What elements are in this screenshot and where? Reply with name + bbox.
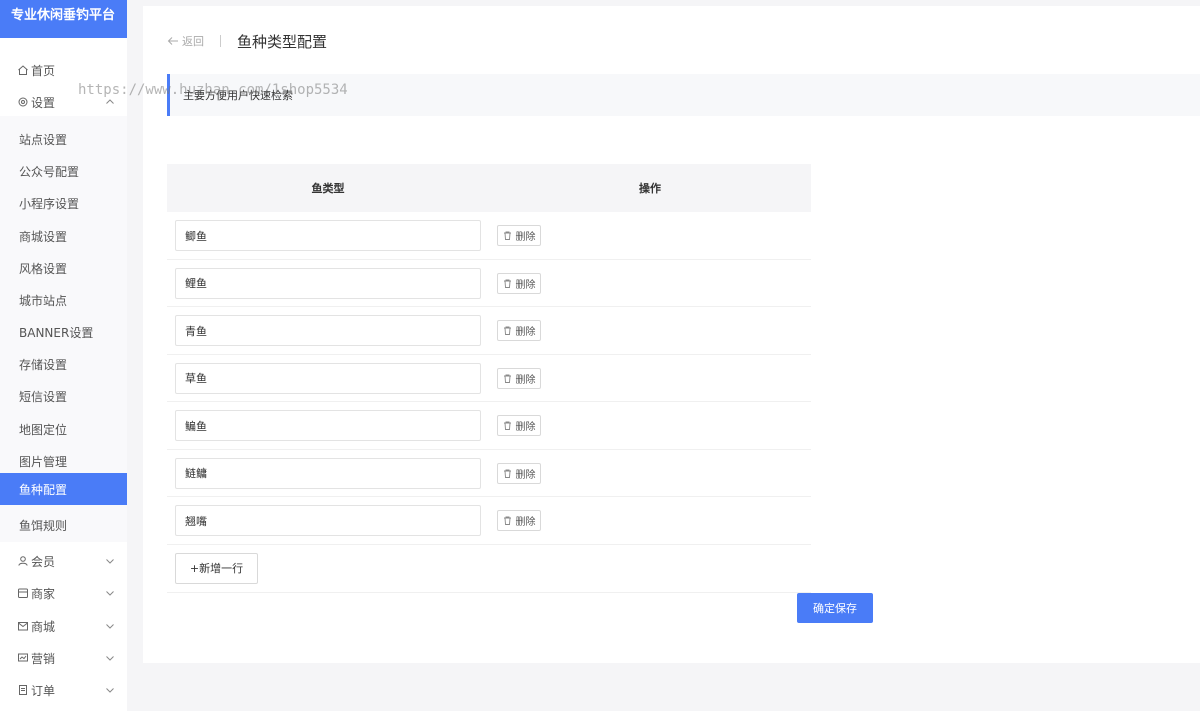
nav-home-label: 首页 [31, 63, 56, 78]
sidebar-item-style-settings[interactable]: 风格设置 [0, 252, 127, 284]
sidebar-item-fish-species[interactable]: 鱼种配置 [0, 473, 127, 505]
trash-icon [503, 279, 511, 288]
delete-button[interactable]: 删除 [497, 415, 541, 436]
chevron-down-icon [106, 656, 114, 661]
chevron-down-icon [106, 591, 114, 596]
chart-icon [18, 653, 28, 662]
page-header: 返回 鱼种类型配置 [167, 31, 327, 51]
nav-mall-label: 商城 [31, 619, 56, 634]
trash-icon [503, 516, 511, 525]
delete-label: 删除 [515, 279, 536, 291]
column-header-fish-type: 鱼类型 [311, 182, 345, 195]
sidebar-item-map-location[interactable]: 地图定位 [0, 413, 127, 445]
nav-marketing[interactable]: 营销 [0, 642, 127, 674]
fish-type-input[interactable] [175, 267, 481, 299]
sidebar: 专业休闲垂钓平台 首页 设置 站点设置 公众号配置 小程序设置 商城设置 风格设… [0, 0, 127, 711]
nav-mall[interactable]: 商城 [0, 610, 127, 642]
table-row: 删除 [167, 307, 811, 355]
fish-type-input[interactable] [175, 505, 481, 536]
sidebar-item-official-account[interactable]: 公众号配置 [0, 155, 127, 187]
save-button[interactable]: 确定保存 [797, 593, 873, 623]
table-row: 删除 [167, 402, 811, 450]
add-row-container: +新增一行 [167, 545, 811, 593]
sidebar-item-city-sites[interactable]: 城市站点 [0, 284, 127, 316]
page-title: 鱼种类型配置 [237, 32, 328, 51]
sidebar-item-site-settings[interactable]: 站点设置 [0, 123, 127, 155]
trash-icon [503, 469, 511, 478]
table-row: 删除 [167, 497, 811, 545]
nav-member-label: 会员 [31, 554, 56, 569]
table-row: 删除 [167, 355, 811, 402]
fish-type-input[interactable] [175, 220, 481, 251]
fish-type-input[interactable] [175, 315, 481, 346]
mail-icon [18, 622, 28, 631]
delete-button[interactable]: 删除 [497, 462, 541, 484]
document-icon [19, 685, 27, 695]
sidebar-item-bait-rules[interactable]: 鱼饵规则 [0, 509, 127, 541]
sidebar-item-banner-settings[interactable]: BANNER设置 [0, 316, 127, 348]
delete-label: 删除 [515, 469, 536, 481]
notice-text: 主要方便用户快速检索 [183, 89, 293, 102]
nav-merchant-label: 商家 [31, 586, 56, 601]
delete-button[interactable]: 删除 [497, 272, 541, 294]
delete-label: 删除 [515, 232, 536, 243]
delete-label: 删除 [515, 374, 536, 386]
delete-button[interactable]: 删除 [497, 510, 541, 531]
sidebar-item-mini-program[interactable]: 小程序设置 [0, 187, 127, 219]
store-icon [18, 588, 28, 598]
delete-button[interactable]: 删除 [497, 225, 541, 246]
table-row: 删除 [167, 260, 811, 307]
chevron-down-icon [106, 688, 114, 693]
fish-type-input[interactable] [175, 457, 481, 489]
settings-submenu: 站点设置 公众号配置 小程序设置 商城设置 风格设置 城市站点 BANNER设置… [0, 116, 127, 542]
gear-icon [18, 97, 28, 107]
delete-label: 删除 [515, 517, 536, 528]
table-row: 删除 [167, 212, 811, 260]
column-header-action: 操作 [639, 182, 661, 195]
table-header: 鱼类型 操作 [167, 164, 811, 212]
nav-orders-label: 订单 [31, 683, 56, 698]
add-row-button[interactable]: +新增一行 [175, 552, 258, 584]
chevron-up-icon [106, 99, 114, 104]
chevron-down-icon [106, 559, 114, 564]
trash-icon [503, 231, 511, 240]
delete-label: 删除 [515, 422, 536, 433]
sidebar-item-mall-settings[interactable]: 商城设置 [0, 220, 127, 252]
nav-settings[interactable]: 设置 [0, 86, 127, 118]
trash-icon [503, 374, 511, 383]
table-body: 删除删除删除删除删除删除删除 [167, 212, 811, 545]
back-button[interactable]: 返回 [167, 33, 204, 49]
notice-banner: 主要方便用户快速检索 https://www.huzhan.com/1shop5… [78, 74, 1200, 116]
fish-type-input[interactable] [175, 410, 481, 441]
user-icon [18, 556, 28, 566]
nav-orders[interactable]: 订单 [0, 674, 127, 706]
main-card: 返回 鱼种类型配置 主要方便用户快速检索 https://www.huzhan.… [78, 6, 1200, 663]
nav-home[interactable]: 首页 [0, 54, 127, 86]
fish-type-table: 鱼类型 操作 删除删除删除删除删除删除删除 +新增一行 [167, 164, 811, 593]
header-divider [220, 35, 221, 47]
nav-settings-label: 设置 [31, 95, 56, 110]
back-label: 返回 [182, 35, 204, 48]
nav-member[interactable]: 会员 [0, 545, 127, 577]
home-icon [18, 65, 28, 75]
delete-label: 删除 [515, 327, 536, 338]
trash-icon [503, 421, 511, 430]
sidebar-item-storage-settings[interactable]: 存储设置 [0, 348, 127, 380]
delete-button[interactable]: 删除 [497, 367, 541, 389]
brand-title: 专业休闲垂钓平台 [0, 0, 127, 38]
chevron-down-icon [106, 624, 114, 629]
delete-button[interactable]: 删除 [497, 320, 541, 341]
sidebar-item-sms-settings[interactable]: 短信设置 [0, 380, 127, 412]
fish-type-input[interactable] [175, 362, 481, 394]
trash-icon [503, 326, 511, 335]
arrow-left-icon [167, 37, 178, 45]
table-row: 删除 [167, 450, 811, 497]
nav-merchant[interactable]: 商家 [0, 577, 127, 609]
nav-marketing-label: 营销 [31, 651, 56, 666]
